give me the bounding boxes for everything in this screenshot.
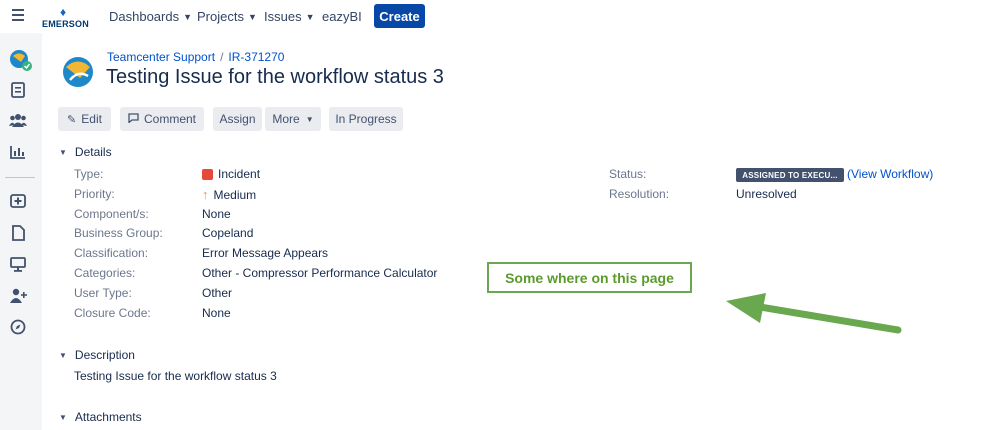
resolution-value: Unresolved: [736, 187, 797, 201]
in-progress-button-label: In Progress: [335, 112, 397, 126]
chevron-down-icon: ▼: [305, 11, 315, 22]
menu-icon[interactable]: [12, 9, 24, 21]
breadcrumb-issue-key-link[interactable]: IR-371270: [228, 50, 284, 64]
priority-value-text: Medium: [213, 188, 257, 202]
add-user-icon[interactable]: [9, 286, 27, 304]
annotation-callout: Some where on this page: [487, 262, 692, 293]
attachments-section-toggle[interactable]: ▼ Attachments: [59, 410, 142, 424]
type-value[interactable]: Incident: [202, 167, 260, 181]
chevron-down-icon: ▼: [305, 114, 314, 124]
people-icon[interactable]: [9, 111, 27, 129]
project-logo-icon[interactable]: [58, 50, 98, 90]
description-text[interactable]: Testing Issue for the workflow status 3: [74, 369, 277, 383]
nav-dashboards-label: Dashboards: [109, 9, 180, 24]
create-button[interactable]: Create: [374, 4, 425, 28]
categories-label: Categories:: [74, 266, 136, 280]
classification-label: Classification:: [74, 246, 149, 260]
nav-issues-label: Issues: [264, 9, 302, 24]
nav-eazybi[interactable]: eazyBI: [322, 0, 362, 33]
user-type-label: User Type:: [74, 286, 132, 300]
annotation-arrow-icon: [726, 293, 902, 334]
project-avatar-icon[interactable]: [8, 48, 32, 72]
nav-dashboards[interactable]: Dashboards ▼: [109, 0, 192, 33]
sidebar-divider: [5, 177, 35, 178]
attachments-heading: Attachments: [74, 410, 142, 424]
description-heading: Description: [74, 348, 135, 362]
business-group-value[interactable]: Copeland: [202, 226, 253, 240]
type-value-text: Incident: [218, 167, 261, 181]
resolution-label: Resolution:: [609, 187, 670, 201]
chevron-down-icon: ▼: [59, 147, 67, 157]
more-button[interactable]: More ▼: [265, 107, 321, 131]
chevron-down-icon: ▼: [183, 11, 193, 22]
pencil-icon: ✎: [67, 113, 77, 126]
business-group-label: Business Group:: [74, 226, 163, 240]
view-workflow-link[interactable]: (View Workflow): [847, 167, 933, 181]
arrow-up-icon: ↑: [202, 187, 209, 202]
comment-icon: [128, 112, 139, 126]
top-navigation: ♦ EMERSON Dashboards ▼ Projects ▼ Issues…: [0, 0, 999, 33]
priority-value[interactable]: ↑ Medium: [202, 187, 256, 202]
components-value[interactable]: None: [202, 207, 231, 221]
emerson-logo[interactable]: ♦ EMERSON: [42, 5, 92, 29]
add-item-icon[interactable]: [9, 192, 27, 210]
chevron-down-icon: ▼: [247, 11, 257, 22]
page-icon[interactable]: [9, 224, 27, 242]
edit-button-label: Edit: [81, 112, 102, 126]
components-label: Component/s:: [74, 207, 149, 221]
edit-button[interactable]: ✎ Edit: [58, 107, 111, 131]
compass-icon[interactable]: [9, 318, 27, 336]
status-label: Status:: [609, 167, 647, 181]
breadcrumb-project-link[interactable]: Teamcenter Support: [107, 50, 215, 64]
classification-value[interactable]: Error Message Appears: [202, 246, 328, 260]
nav-projects-label: Projects: [197, 9, 244, 24]
in-progress-button[interactable]: In Progress: [329, 107, 403, 131]
details-section-toggle[interactable]: ▼ Details: [59, 145, 112, 159]
breadcrumb: Teamcenter Support / IR-371270: [107, 50, 284, 64]
status-badge[interactable]: ASSIGNED TO EXECU...: [736, 168, 844, 182]
comment-button-label: Comment: [143, 112, 196, 126]
nav-issues[interactable]: Issues ▼: [264, 0, 315, 33]
reports-icon[interactable]: [9, 143, 27, 161]
categories-value[interactable]: Other - Compressor Performance Calculato…: [202, 266, 437, 280]
backlog-icon[interactable]: [9, 81, 27, 99]
left-sidebar: [0, 33, 42, 430]
priority-label: Priority:: [74, 187, 115, 201]
type-label: Type:: [74, 167, 104, 181]
assign-button-label: Assign: [219, 112, 256, 126]
nav-eazybi-label: eazyBI: [322, 9, 362, 24]
more-button-label: More: [272, 112, 300, 126]
logo-text: EMERSON: [42, 19, 89, 29]
description-section-toggle[interactable]: ▼ Description: [59, 348, 135, 362]
incident-icon: [202, 168, 213, 180]
logo-mark-icon: ♦: [60, 5, 67, 19]
comment-button[interactable]: Comment: [120, 107, 204, 131]
chevron-down-icon: ▼: [59, 350, 67, 360]
breadcrumb-separator: /: [220, 50, 224, 64]
user-type-value[interactable]: Other: [202, 286, 232, 300]
closure-code-value[interactable]: None: [202, 306, 231, 320]
monitor-icon[interactable]: [9, 255, 27, 273]
details-heading: Details: [74, 145, 112, 159]
chevron-down-icon: ▼: [59, 412, 67, 422]
closure-code-label: Closure Code:: [74, 306, 151, 320]
nav-projects[interactable]: Projects ▼: [197, 0, 257, 33]
issue-title[interactable]: Testing Issue for the workflow status 3: [106, 66, 444, 89]
assign-button[interactable]: Assign: [213, 107, 262, 131]
